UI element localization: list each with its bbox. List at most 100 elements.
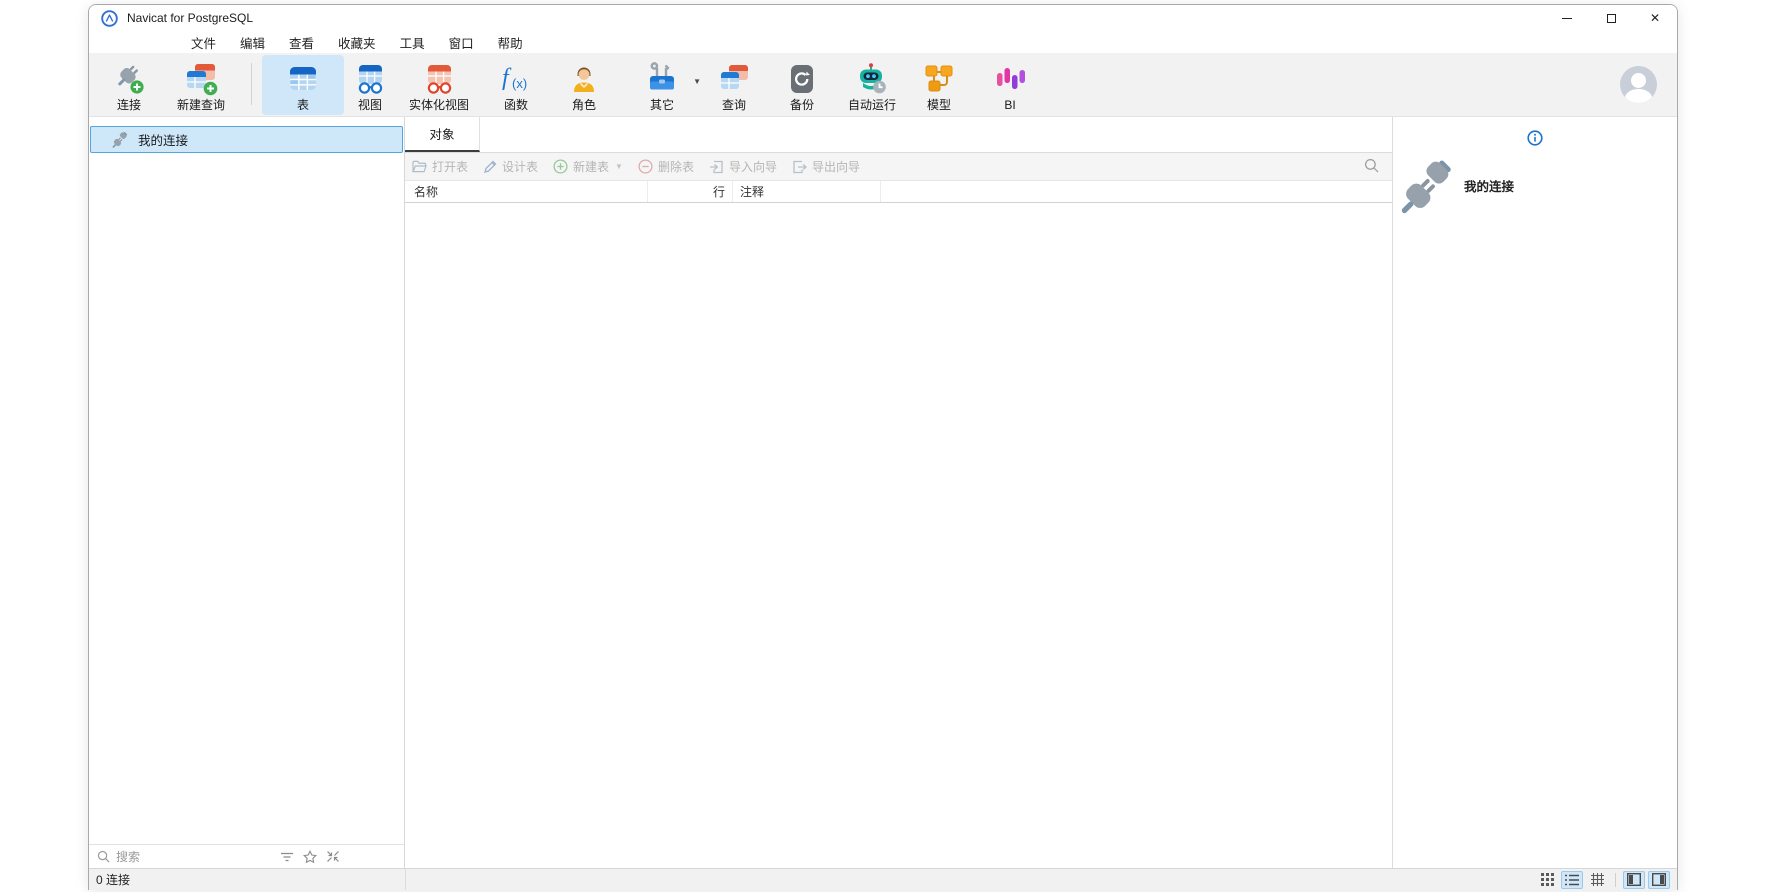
main-toolbar: 连接 新建查询 [89, 53, 1677, 117]
detail-grid-view-icon [1591, 873, 1604, 886]
tab-objects-label: 对象 [429, 124, 454, 143]
circle-minus-icon [638, 159, 653, 174]
left-panel-toggle-icon [1627, 873, 1641, 886]
import-wizard-icon [709, 160, 724, 174]
collapse-icon[interactable] [326, 850, 340, 863]
menu-favorites[interactable]: 收藏夹 [326, 31, 388, 54]
title-bar: Navicat for PostgreSQL ✕ [89, 5, 1677, 31]
model-icon [922, 61, 956, 97]
tab-strip: 对象 [405, 117, 1392, 153]
toolbar-automation[interactable]: 自动运行 [842, 55, 902, 115]
sidebar-empty-area[interactable] [89, 153, 404, 844]
menu-file[interactable]: 文件 [179, 31, 228, 54]
toolbar-role[interactable]: 角色 [550, 55, 618, 115]
object-toolbar: 打开表 设计表 新建表 ▼ [405, 153, 1392, 181]
export-wizard-label: 导出向导 [812, 158, 860, 175]
design-table-label: 设计表 [502, 158, 538, 175]
menu-view[interactable]: 查看 [277, 31, 326, 54]
menu-help[interactable]: 帮助 [486, 31, 535, 54]
connections-sidebar: 我的连接 [89, 117, 405, 868]
column-header-name[interactable]: 名称 [405, 181, 648, 202]
menu-tools[interactable]: 工具 [388, 31, 437, 54]
sidebar-item-label: 我的连接 [138, 130, 188, 149]
toolbar-model-label: 模型 [927, 99, 951, 112]
search-icon [1364, 158, 1379, 173]
toolbar-new-query-label: 新建查询 [177, 99, 225, 112]
detail-grid-view-button[interactable] [1586, 871, 1608, 889]
toolbar-new-query[interactable]: 新建查询 [161, 55, 241, 115]
import-wizard-label: 导入向导 [729, 158, 777, 175]
window-title: Navicat for PostgreSQL [127, 11, 253, 25]
toolbar-backup[interactable]: 备份 [768, 55, 836, 115]
toolbar-connection-label: 连接 [117, 99, 141, 112]
content-area: 我的连接 [89, 117, 1677, 868]
sidebar-item-my-connection[interactable]: 我的连接 [90, 126, 403, 153]
maximize-icon [1607, 14, 1616, 23]
others-dropdown-arrow-icon[interactable]: ▼ [693, 77, 701, 86]
close-button[interactable]: ✕ [1633, 5, 1677, 31]
automation-robot-icon [855, 61, 889, 97]
toolbar-connection[interactable]: 连接 [103, 55, 155, 115]
toolbar-automation-label: 自动运行 [848, 99, 896, 112]
toolbar-function[interactable]: f (x) 函数 [488, 55, 544, 115]
toolbar-table-label: 表 [297, 99, 309, 112]
function-icon: f (x) [499, 61, 533, 97]
import-wizard-button[interactable]: 导入向导 [709, 158, 777, 175]
export-wizard-icon [792, 160, 807, 174]
toolbar-table[interactable]: 表 [262, 55, 344, 115]
toolbar-bi[interactable]: BI [976, 55, 1044, 115]
menu-bar: 文件 编辑 查看 收藏夹 工具 窗口 帮助 [89, 31, 1677, 53]
export-wizard-button[interactable]: 导出向导 [792, 158, 860, 175]
toolbar-separator [251, 63, 252, 105]
left-panel-toggle-button[interactable] [1623, 871, 1645, 889]
status-bar: 0 连接 [89, 868, 1677, 890]
minimize-button[interactable] [1545, 5, 1589, 31]
column-header-rows[interactable]: 行 [648, 181, 733, 202]
right-panel-connection: 我的连接 [1400, 157, 1514, 214]
toolbar-bi-label: BI [1004, 99, 1015, 112]
right-info-panel: 我的连接 [1392, 117, 1677, 868]
list-view-button[interactable] [1561, 871, 1583, 889]
new-table-button[interactable]: 新建表 ▼ [553, 158, 623, 175]
column-header-comment[interactable]: 注释 [733, 181, 881, 202]
design-table-button[interactable]: 设计表 [483, 158, 538, 175]
right-panel-connection-title: 我的连接 [1464, 176, 1514, 195]
circle-plus-icon [553, 159, 568, 174]
open-table-button[interactable]: 打开表 [412, 158, 468, 175]
backup-icon [787, 61, 817, 97]
open-folder-icon [412, 160, 427, 173]
toolbar-materialized-view[interactable]: 实体化视图 [396, 55, 482, 115]
delete-table-button[interactable]: 删除表 [638, 158, 694, 175]
toolbar-model[interactable]: 模型 [908, 55, 970, 115]
info-icon[interactable] [1527, 130, 1543, 146]
materialized-view-icon [422, 61, 456, 97]
toolbar-query[interactable]: 查询 [706, 55, 762, 115]
connection-count-label: 0 连接 [89, 871, 130, 888]
toolbar-others-label: 其它 [650, 99, 674, 112]
maximize-button[interactable] [1589, 5, 1633, 31]
large-icons-view-button[interactable] [1536, 871, 1558, 889]
menu-window[interactable]: 窗口 [437, 31, 486, 54]
right-panel-toggle-button[interactable] [1648, 871, 1670, 889]
view-icon [353, 61, 387, 97]
user-avatar[interactable] [1620, 66, 1657, 103]
bi-chart-icon [993, 61, 1027, 97]
statusbar-icon-separator [1615, 873, 1616, 887]
toolbar-query-label: 查询 [722, 99, 746, 112]
filter-icon[interactable] [280, 851, 294, 863]
delete-table-label: 删除表 [658, 158, 694, 175]
star-icon[interactable] [303, 850, 317, 864]
menu-edit[interactable]: 编辑 [228, 31, 277, 54]
table-icon [286, 61, 320, 97]
object-search-button[interactable] [1364, 158, 1379, 173]
tab-objects[interactable]: 对象 [405, 117, 480, 152]
new-table-dropdown-arrow-icon[interactable]: ▼ [615, 162, 623, 171]
toolbar-others[interactable]: ▼ 其它 [624, 55, 700, 115]
open-table-label: 打开表 [432, 158, 468, 175]
toolbar-view[interactable]: 视图 [350, 55, 390, 115]
toolbar-materialized-view-label: 实体化视图 [409, 99, 469, 112]
sidebar-search-input[interactable] [116, 850, 274, 864]
list-view-icon [1565, 874, 1579, 886]
pencil-icon [483, 160, 497, 174]
object-grid-body[interactable] [405, 203, 1392, 868]
